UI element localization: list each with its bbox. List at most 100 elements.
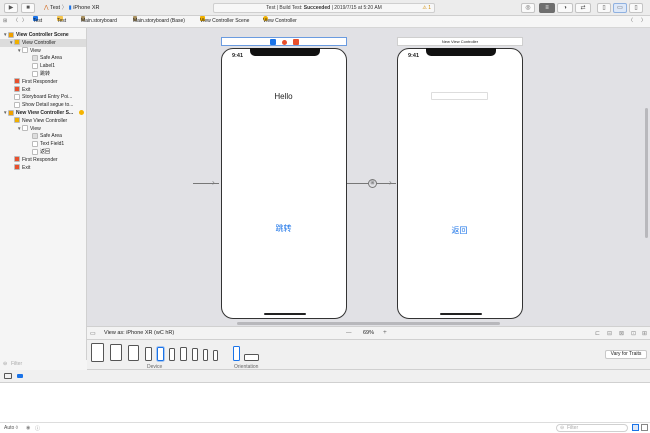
right-chevron-icon[interactable]: 〉 xyxy=(641,16,646,27)
outline-item[interactable]: Safe Area xyxy=(0,54,86,62)
toolbar: ▶ ■ ⋀ Test 〉 ▮ iPhone XR Test | Build Te… xyxy=(0,0,650,16)
update-frames-icon[interactable]: ⊏ xyxy=(595,330,600,337)
storyboard-canvas[interactable]: 9:41 Hello 跳转 › ⊞ › New View Controller … xyxy=(87,28,650,326)
outline-item-label: 返回 xyxy=(40,149,51,155)
outline-item[interactable]: Safe Area xyxy=(0,132,86,140)
standard-editor-icon[interactable]: ≡ xyxy=(539,3,555,13)
outline-item[interactable]: Text Field1 xyxy=(0,140,86,148)
library-icon[interactable]: ◎ xyxy=(521,3,535,13)
outline-item[interactable]: ▼ View Controller Scene xyxy=(0,31,86,39)
outline-item[interactable]: Show Detail segue to... xyxy=(0,101,86,109)
outline-item[interactable]: ▼ New View Controller S... xyxy=(0,109,86,117)
grid-icon[interactable]: ⊞ xyxy=(3,16,7,27)
console-area[interactable] xyxy=(0,383,650,423)
scheme-selector[interactable]: ⋀ Test 〉 ▮ iPhone XR xyxy=(44,4,99,12)
hide-debug-area-icon[interactable] xyxy=(4,373,12,379)
left-chevron-icon[interactable]: 〈 xyxy=(628,16,633,27)
forward-icon[interactable]: 〉 xyxy=(22,16,27,27)
outline-item[interactable]: Exit xyxy=(0,164,86,172)
ipad-pro-11-icon[interactable] xyxy=(110,344,122,361)
zoom-out-button[interactable]: — xyxy=(346,330,352,336)
status-time: | 2019/7/15 at 5:20 AM xyxy=(330,5,382,11)
version-editor-icon[interactable]: ⇄ xyxy=(575,3,591,13)
scene-dock[interactable] xyxy=(221,37,347,46)
info-icon[interactable]: ⓘ xyxy=(35,425,40,432)
view-controller-scene[interactable]: 9:41 Hello 跳转 xyxy=(221,48,347,319)
outline-item[interactable]: New View Controller xyxy=(0,117,86,125)
outline-item[interactable]: First Responder xyxy=(0,156,86,164)
outline-item[interactable]: Storyboard Entry Poi... xyxy=(0,93,86,101)
console-filter-input[interactable]: Filter xyxy=(567,425,578,431)
zoom-level[interactable]: 69% xyxy=(363,330,374,336)
run-icon[interactable]: ▶ xyxy=(4,3,18,13)
view-as-label[interactable]: View as: iPhone XR (wC hR) xyxy=(104,330,174,336)
ipad-icon[interactable] xyxy=(128,345,139,361)
breakpoints-icon[interactable] xyxy=(17,374,23,378)
outline-toggle-icon[interactable]: ▭ xyxy=(90,330,96,337)
jump-button[interactable]: 跳转 xyxy=(222,223,345,234)
safe-area-icon xyxy=(32,133,38,140)
landscape-icon[interactable] xyxy=(244,354,259,361)
first-responder-icon xyxy=(14,156,20,163)
activity-view: Test | Build Test: Succeeded | 2019/7/15… xyxy=(213,3,435,13)
warning-icon[interactable] xyxy=(79,110,84,115)
vary-for-traits-button[interactable]: Vary for Traits xyxy=(605,350,647,359)
split-right-icon[interactable] xyxy=(641,424,648,431)
text-field[interactable] xyxy=(431,92,488,100)
view-controller-icon[interactable] xyxy=(270,39,276,45)
split-left-icon[interactable] xyxy=(632,424,639,431)
stop-icon[interactable]: ■ xyxy=(21,3,35,13)
outline-item-label: New View Controller S... xyxy=(16,110,74,116)
iphone-4s-icon[interactable] xyxy=(213,350,218,361)
outline-item[interactable]: Label1 xyxy=(0,62,86,70)
first-responder-icon[interactable] xyxy=(282,40,287,45)
inspector-toggle-icon[interactable]: ▯ xyxy=(629,3,643,13)
iphone-xs-icon[interactable] xyxy=(169,348,175,361)
hello-label[interactable]: Hello xyxy=(222,92,345,101)
app-icon: ⋀ xyxy=(44,5,49,11)
horizontal-scrollbar[interactable] xyxy=(237,322,500,325)
back-icon[interactable]: 〈 xyxy=(13,16,18,27)
outline-item[interactable]: 跳转 xyxy=(0,70,86,78)
iphone-8-icon[interactable] xyxy=(192,348,198,361)
outline-item-label: Safe Area xyxy=(40,133,62,140)
ipad-pro-12-icon[interactable] xyxy=(91,343,104,362)
debug-toggle-icon[interactable]: ▭ xyxy=(613,3,627,13)
zoom-in-button[interactable]: + xyxy=(383,329,387,336)
warning-badge[interactable]: ⚠ 1 xyxy=(422,4,431,12)
iphone-xr-icon[interactable] xyxy=(157,347,164,361)
iphone-xs-max-icon[interactable] xyxy=(145,347,152,361)
assistant-editor-icon[interactable]: ◑ xyxy=(557,3,573,13)
button-icon xyxy=(32,148,38,155)
outline-item[interactable]: ▼ View xyxy=(0,47,86,55)
new-view-controller-scene[interactable]: 9:41 返回 xyxy=(397,48,523,319)
segue-icon[interactable]: ⊞ xyxy=(368,179,377,188)
outline-item[interactable]: ▼ View Controller xyxy=(0,38,86,47)
status-time: 9:41 xyxy=(408,53,420,59)
exit-icon[interactable] xyxy=(293,39,299,45)
console-filter[interactable]: ⊖ Filter xyxy=(556,424,628,432)
navigator-toggle-icon[interactable]: ▯ xyxy=(597,3,611,13)
eye-icon[interactable]: ◉ xyxy=(26,425,30,431)
pin-icon[interactable]: ⊠ xyxy=(619,330,624,337)
iphone-8-plus-icon[interactable] xyxy=(180,347,187,361)
label-icon xyxy=(32,62,38,69)
iphone-se-icon[interactable] xyxy=(203,349,208,361)
embed-icon[interactable]: ⊞ xyxy=(642,330,647,337)
filter-icon: ⊖ xyxy=(3,361,8,367)
align-icon[interactable]: ⊟ xyxy=(607,330,612,337)
outline-item-label: Show Detail segue to... xyxy=(22,102,74,109)
filter-input[interactable]: Filter xyxy=(11,361,22,367)
vertical-scrollbar[interactable] xyxy=(645,108,648,238)
entry-arrow[interactable] xyxy=(193,183,219,184)
resolve-icon[interactable]: ⊡ xyxy=(631,330,636,337)
outline-item[interactable]: 返回 xyxy=(0,148,86,156)
outline-item[interactable]: ▼ View xyxy=(0,125,86,133)
outline-item[interactable]: Exit xyxy=(0,86,86,94)
back-button[interactable]: 返回 xyxy=(398,225,521,236)
scene-title[interactable]: New View Controller xyxy=(397,37,523,46)
auto-selector[interactable]: Auto ◊ xyxy=(4,425,18,431)
portrait-icon[interactable] xyxy=(233,346,240,361)
breadcrumb-label: Test xyxy=(57,18,67,24)
outline-item[interactable]: First Responder xyxy=(0,78,86,86)
